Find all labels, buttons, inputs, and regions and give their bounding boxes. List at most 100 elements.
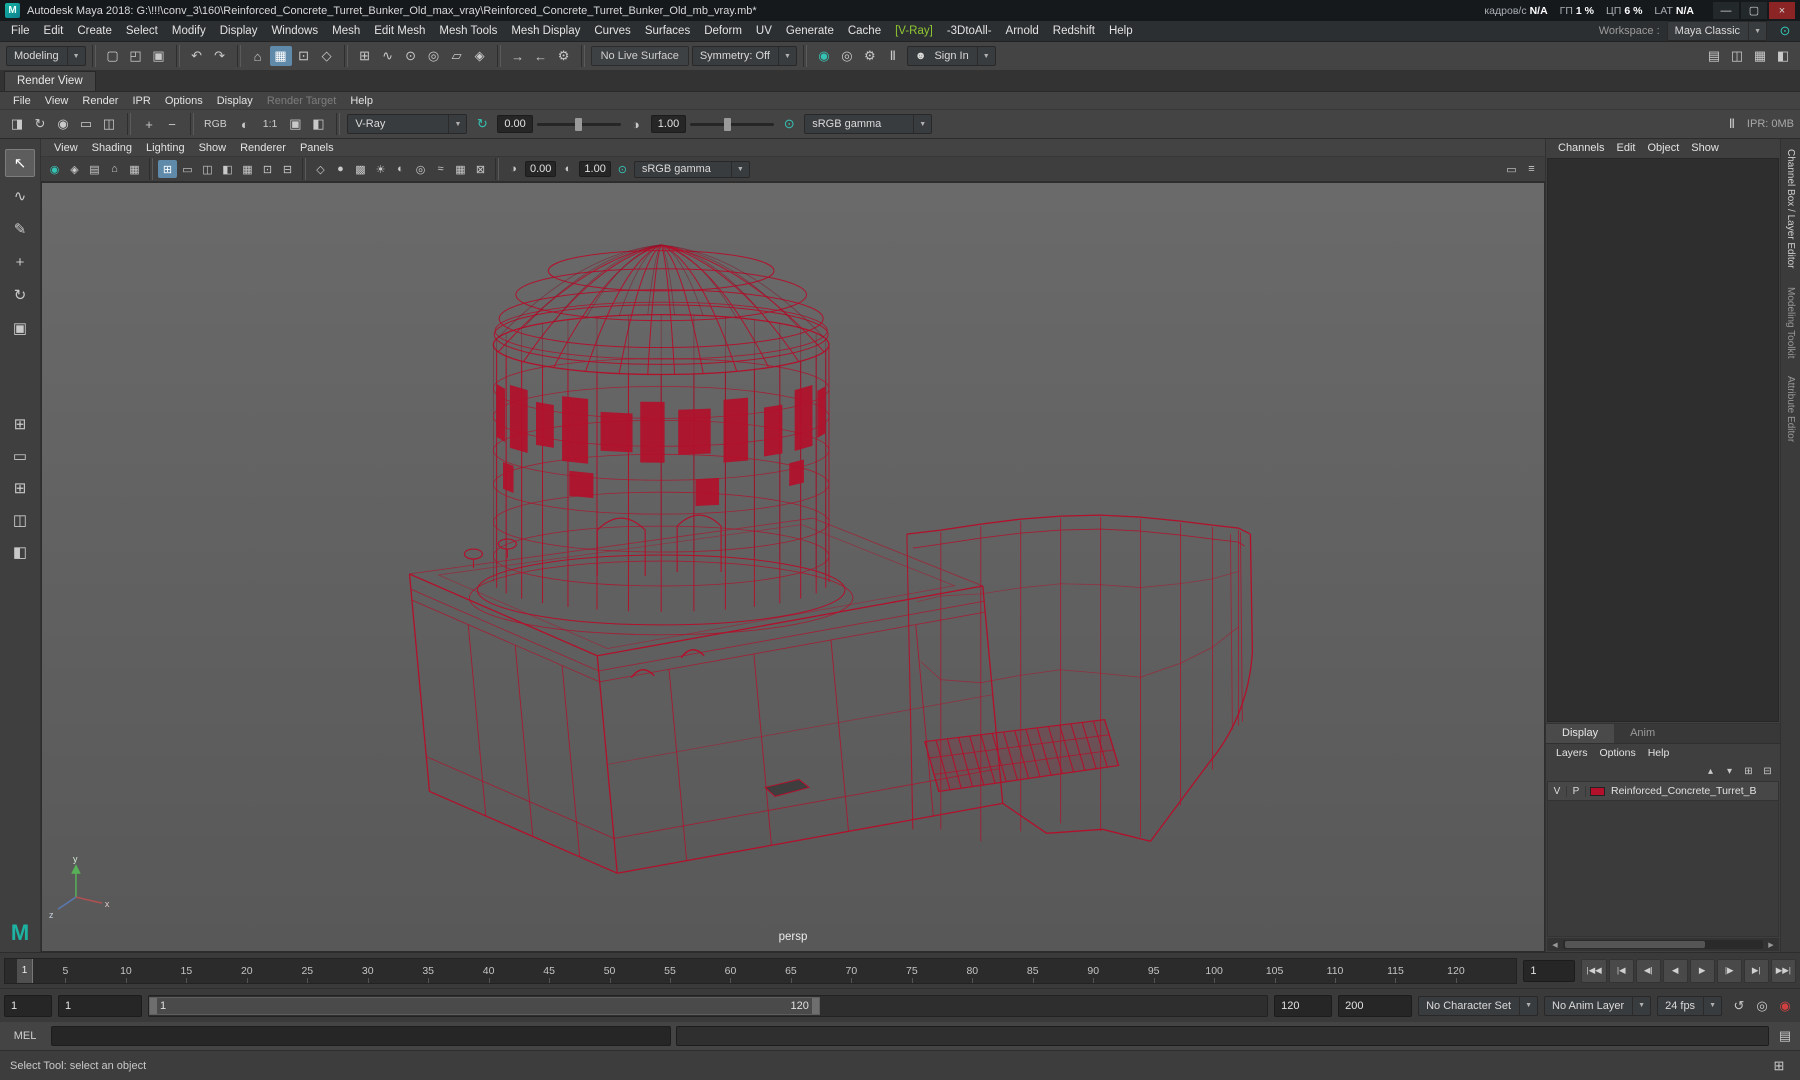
menu-create[interactable]: Create bbox=[70, 23, 119, 39]
renderview-menu-render[interactable]: Render bbox=[75, 94, 125, 108]
menu-windows[interactable]: Windows bbox=[264, 23, 325, 39]
current-time-field[interactable]: 1 bbox=[1523, 959, 1576, 982]
tab-attribute-editor[interactable]: Attribute Editor bbox=[1785, 376, 1796, 442]
range-start-handle[interactable] bbox=[150, 997, 157, 1014]
ipr-pause-icon[interactable]: Ⅱ bbox=[1721, 114, 1743, 134]
resolution-gate-icon[interactable]: ◫ bbox=[198, 160, 217, 178]
region-render-icon[interactable]: ▭ bbox=[75, 114, 97, 134]
channelbox-menu-edit[interactable]: Edit bbox=[1610, 141, 1641, 155]
snap-view-plane-icon[interactable]: ▱ bbox=[446, 46, 468, 66]
smooth-shade-icon[interactable]: ● bbox=[331, 160, 350, 178]
character-set-select[interactable]: No Character Set ▼ bbox=[1418, 995, 1538, 1016]
workspace-icon[interactable]: ⊙ bbox=[1774, 21, 1796, 41]
menu-deform[interactable]: Deform bbox=[697, 23, 749, 39]
color-management-icon[interactable]: ⊙ bbox=[778, 114, 800, 134]
layers-menu-help[interactable]: Help bbox=[1642, 747, 1676, 759]
layer-move-down-icon[interactable]: ▾ bbox=[1721, 763, 1738, 779]
gamma-icon[interactable]: ◐ bbox=[558, 160, 577, 178]
field-chart-icon[interactable]: ▦ bbox=[238, 160, 257, 178]
tab-channel-box-layer-editor[interactable]: Channel Box / Layer Editor bbox=[1785, 149, 1796, 269]
viewport-canvas[interactable]: y x z persp bbox=[41, 182, 1545, 952]
layers-menu-layers[interactable]: Layers bbox=[1550, 747, 1594, 759]
real-size-button[interactable]: 1:1 bbox=[260, 118, 281, 130]
new-empty-layer-icon[interactable]: ⊞ bbox=[1740, 763, 1757, 779]
snap-curve-icon[interactable]: ∿ bbox=[377, 46, 399, 66]
playback-end-field[interactable]: 120 bbox=[1274, 994, 1333, 1017]
real-size-icon[interactable]: ▣ bbox=[284, 114, 306, 134]
tab-anim[interactable]: Anim bbox=[1614, 724, 1671, 743]
panel-menu-lighting[interactable]: Lighting bbox=[139, 141, 192, 155]
step-forward-key-button[interactable]: |▶ bbox=[1716, 958, 1742, 983]
animation-end-field[interactable]: 200 bbox=[1338, 994, 1413, 1017]
snap-point-icon[interactable]: ⊙ bbox=[400, 46, 422, 66]
select-hierarchy-icon[interactable]: ⌂ bbox=[247, 46, 269, 66]
renderview-menu-display[interactable]: Display bbox=[210, 94, 260, 108]
tab-display[interactable]: Display bbox=[1546, 724, 1615, 743]
image-plane-icon[interactable]: ▦ bbox=[125, 160, 144, 178]
snapshot-icon[interactable]: ◫ bbox=[98, 114, 120, 134]
select-tool[interactable]: ↖ bbox=[5, 149, 35, 177]
renderview-menu-view[interactable]: View bbox=[38, 94, 76, 108]
construction-history-icon[interactable]: ⚙ bbox=[553, 46, 575, 66]
exposure-slider[interactable] bbox=[536, 117, 621, 131]
select-component-icon[interactable]: ⊡ bbox=[293, 46, 315, 66]
gate-mask-icon[interactable]: ◧ bbox=[218, 160, 237, 178]
scrollbar-thumb[interactable] bbox=[1565, 941, 1705, 948]
pause-icon[interactable]: Ⅱ bbox=[882, 46, 904, 66]
grid-snap-icon[interactable]: ⊞ bbox=[1768, 1056, 1790, 1076]
menu-mesh-tools[interactable]: Mesh Tools bbox=[432, 23, 504, 39]
layer-playback-toggle[interactable]: P bbox=[1567, 785, 1586, 797]
highlight-selection-icon[interactable]: ◇ bbox=[316, 46, 338, 66]
tab-modeling-toolkit[interactable]: Modeling Toolkit bbox=[1785, 287, 1796, 359]
menu-modify[interactable]: Modify bbox=[165, 23, 213, 39]
viewport-gamma-field[interactable]: 1.00 bbox=[579, 161, 611, 177]
auto-keyframe-icon[interactable]: ◉ bbox=[1774, 996, 1796, 1016]
go-to-start-button[interactable]: |◀◀ bbox=[1581, 958, 1607, 983]
single-pane-layout-icon[interactable]: ▭ bbox=[5, 442, 35, 470]
contrast-icon[interactable]: ◑ bbox=[625, 114, 647, 134]
playback-start-field[interactable]: 1 bbox=[58, 994, 142, 1017]
command-input[interactable] bbox=[51, 1026, 671, 1046]
ssao-icon[interactable]: ◎ bbox=[411, 160, 430, 178]
panel-menu-icon[interactable]: ≡ bbox=[1522, 160, 1541, 178]
side-by-side-layout-icon[interactable]: ◫ bbox=[5, 506, 35, 534]
menu-surfaces[interactable]: Surfaces bbox=[638, 23, 697, 39]
menu-mesh-display[interactable]: Mesh Display bbox=[504, 23, 587, 39]
menu-display[interactable]: Display bbox=[213, 23, 265, 39]
undo-icon[interactable]: ↶ bbox=[186, 46, 208, 66]
step-back-key-button[interactable]: ◀| bbox=[1635, 958, 1661, 983]
panel-menu-view[interactable]: View bbox=[47, 141, 85, 155]
ipr-render-icon[interactable]: ◎ bbox=[836, 46, 858, 66]
scroll-right-icon[interactable]: ▶ bbox=[1765, 941, 1777, 949]
select-object-icon[interactable]: ▦ bbox=[269, 46, 292, 66]
textured-icon[interactable]: ▩ bbox=[351, 160, 370, 178]
menu-edit-mesh[interactable]: Edit Mesh bbox=[367, 23, 432, 39]
viewport-exposure-field[interactable]: 0.00 bbox=[525, 161, 557, 177]
range-end-handle[interactable] bbox=[811, 997, 819, 1014]
xray-icon[interactable]: ⊠ bbox=[471, 160, 490, 178]
multisample-icon[interactable]: ▦ bbox=[451, 160, 470, 178]
panel-menu-renderer[interactable]: Renderer bbox=[233, 141, 293, 155]
anim-snapshot-icon[interactable]: ◎ bbox=[1751, 996, 1773, 1016]
alpha-channel-icon[interactable]: ◐ bbox=[234, 114, 256, 134]
anim-layer-select[interactable]: No Anim Layer ▼ bbox=[1544, 995, 1652, 1016]
menu-curves[interactable]: Curves bbox=[587, 23, 637, 39]
render-scene-icon[interactable]: ◨ bbox=[6, 114, 28, 134]
grid-layout-icon[interactable]: ⊞ bbox=[5, 410, 35, 438]
rgb-channels-button[interactable]: RGB bbox=[201, 118, 230, 130]
menu-select[interactable]: Select bbox=[119, 23, 165, 39]
layer-visibility-toggle[interactable]: V bbox=[1548, 785, 1567, 797]
exposure-field[interactable]: 0.00 bbox=[497, 115, 533, 133]
new-layer-from-selected-icon[interactable]: ⊟ bbox=[1759, 763, 1776, 779]
lights-icon[interactable]: ☀ bbox=[371, 160, 390, 178]
renderer-select[interactable]: V-Ray ▼ bbox=[347, 114, 468, 134]
gamma-slider[interactable] bbox=[690, 117, 775, 131]
close-button[interactable]: × bbox=[1769, 2, 1795, 19]
four-pane-icon[interactable]: ▦ bbox=[1749, 46, 1771, 66]
ipr-render-icon[interactable]: ◉ bbox=[52, 114, 74, 134]
menu-help[interactable]: Help bbox=[1102, 23, 1140, 39]
channelbox-menu-channels[interactable]: Channels bbox=[1552, 141, 1610, 155]
menu-redshift[interactable]: Redshift bbox=[1046, 23, 1102, 39]
make-live-icon[interactable]: ◈ bbox=[469, 46, 491, 66]
select-camera-icon[interactable]: ◉ bbox=[45, 160, 64, 178]
